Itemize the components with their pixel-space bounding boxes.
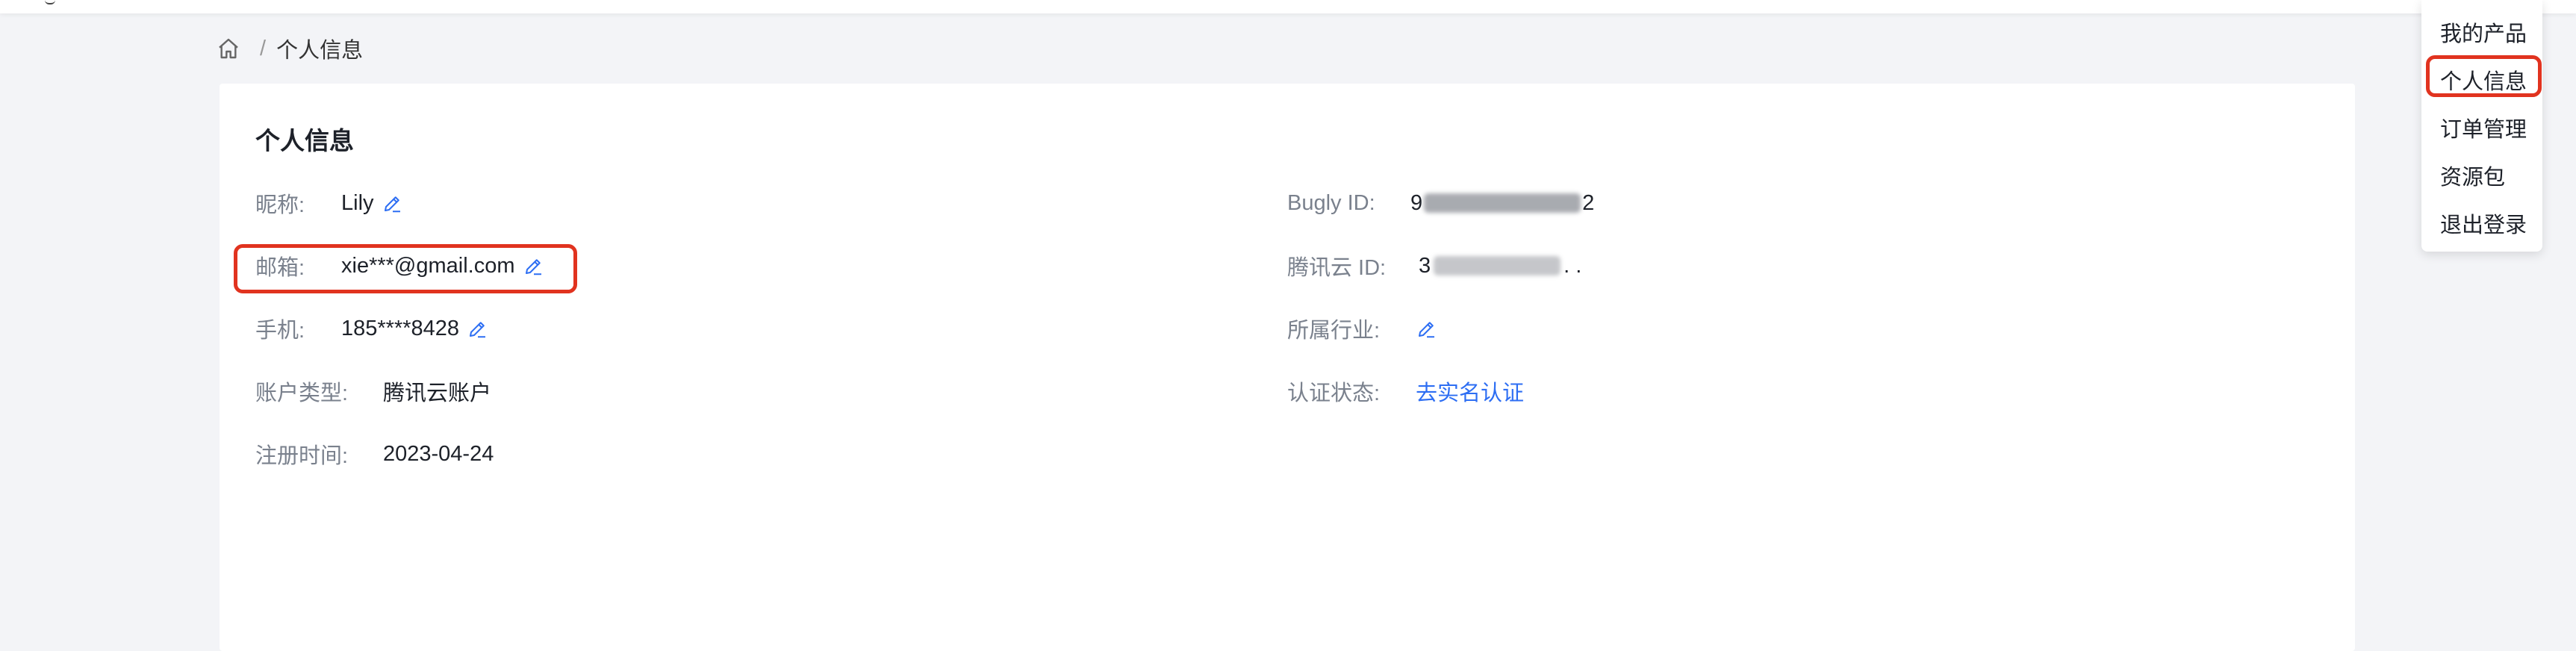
- menu-item-logout[interactable]: 退出登录: [2440, 208, 2527, 239]
- account-type-value: 腾讯云账户: [383, 381, 492, 405]
- top-nav-bar: [0, 0, 2576, 13]
- breadcrumb-separator: /: [260, 36, 267, 60]
- register-time-row: 注册时间: 2023-04-24: [255, 437, 494, 470]
- menu-item-my-products[interactable]: 我的产品: [2440, 16, 2527, 48]
- register-time-label: 注册时间:: [255, 444, 349, 468]
- edit-industry-icon[interactable]: [1416, 317, 1438, 340]
- nickname-label: 昵称:: [255, 193, 305, 217]
- personal-info-highlight-box: [2426, 55, 2542, 97]
- industry-row: 所属行业:: [1287, 312, 1438, 345]
- verify-status-label: 认证状态:: [1287, 381, 1381, 405]
- tencent-cloud-id-row: 腾讯云 ID: 3 . .: [1287, 249, 1581, 282]
- bugly-id-value-end: 2: [1582, 190, 1595, 215]
- tencent-cloud-id-value-start: 3: [1419, 253, 1431, 278]
- home-icon[interactable]: [217, 37, 240, 60]
- account-type-row: 账户类型: 腾讯云账户: [255, 375, 491, 408]
- nickname-row: 昵称: Lily: [255, 187, 404, 219]
- email-highlight-box: [234, 244, 577, 293]
- bugly-id-value-start: 9: [1410, 190, 1423, 215]
- tencent-cloud-id-label: 腾讯云 ID:: [1287, 256, 1387, 280]
- verify-identity-link[interactable]: 去实名认证: [1416, 376, 1524, 407]
- verify-status-row: 认证状态: 去实名认证: [1287, 375, 1524, 408]
- profile-card: 个人信息 昵称: Lily 邮箱: xie***@gmail.com 手机: 1…: [220, 84, 2355, 651]
- tencent-cloud-id-redacted: [1434, 256, 1561, 275]
- bugly-id-row: Bugly ID: 9 2: [1287, 187, 1594, 219]
- bugly-id-redacted: [1424, 193, 1581, 213]
- edit-phone-icon[interactable]: [467, 317, 489, 340]
- phone-row: 手机: 185****8428: [255, 312, 489, 345]
- user-dropdown-menu: 我的产品 个人信息 订单管理 资源包 退出登录: [2421, 0, 2542, 252]
- phone-value: 185****8428: [341, 316, 460, 340]
- industry-label: 所属行业:: [1287, 319, 1381, 343]
- nickname-value: Lily: [341, 190, 374, 215]
- register-time-value: 2023-04-24: [383, 441, 494, 466]
- edit-nickname-icon[interactable]: [382, 192, 404, 214]
- phone-label: 手机:: [255, 319, 305, 343]
- menu-item-resource-pack[interactable]: 资源包: [2440, 160, 2505, 191]
- tencent-cloud-id-value-end: . .: [1564, 253, 1582, 278]
- menu-item-order-management[interactable]: 订单管理: [2440, 112, 2527, 143]
- topbar-partial-glyph: [45, 0, 55, 4]
- bugly-id-label: Bugly ID:: [1287, 190, 1375, 215]
- account-type-label: 账户类型:: [255, 381, 349, 405]
- breadcrumb: / 个人信息: [217, 34, 363, 63]
- card-title: 个人信息: [255, 127, 354, 155]
- breadcrumb-current: 个人信息: [276, 39, 364, 63]
